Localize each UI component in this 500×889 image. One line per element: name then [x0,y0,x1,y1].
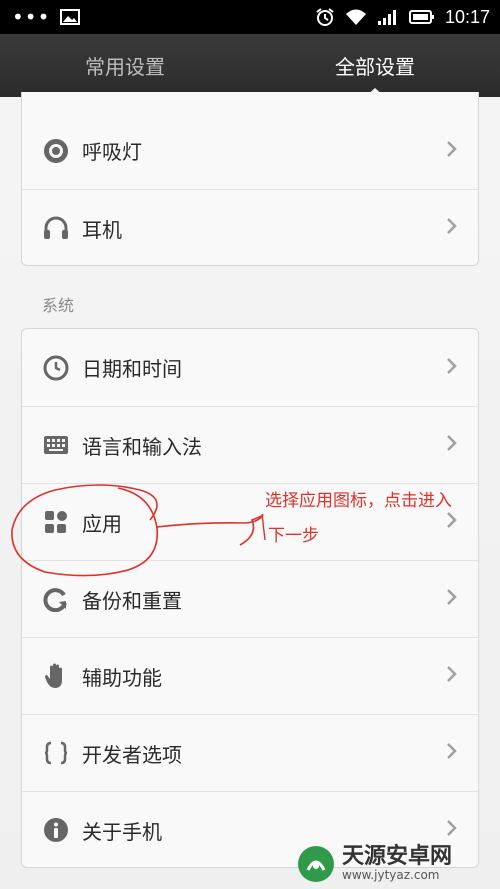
chevron-right-icon [446,665,458,687]
info-icon [42,816,70,844]
chevron-right-icon [446,434,458,456]
annotation-text-line2: 下一步 [268,526,319,546]
row-developer-options[interactable]: 开发者选项 [22,714,478,791]
settings-group-system: 日期和时间 语言和输入法 应用 备份和重置 辅助功能 开发者选项 关于手机 [21,328,479,868]
chevron-right-icon [446,217,458,239]
row-label: 日期和时间 [82,357,182,381]
row-accessibility[interactable]: 辅助功能 [22,637,478,714]
settings-tab-bar: 常用设置 全部设置 [0,34,500,97]
clock-icon [42,354,70,382]
watermark-logo-icon [298,845,334,882]
row-label: 开发者选项 [82,742,182,767]
row-headphones[interactable]: 耳机 [22,189,478,265]
battery-icon [408,10,434,24]
row-label: 备份和重置 [82,588,182,613]
headphones-icon [42,214,70,242]
row-label: 关于手机 [82,819,162,844]
tab-common-settings[interactable]: 常用设置 [0,34,250,97]
clock-time: 10:17 [444,6,490,27]
row-label: 耳机 [82,217,122,242]
row-label: 辅助功能 [82,665,162,690]
tab-label: 全部设置 [335,55,415,79]
alarm-icon [316,8,334,26]
row-language-input[interactable]: 语言和输入法 [22,406,478,483]
annotation-text-line1: 选择应用图标，点击进入 [265,491,452,511]
tab-all-settings[interactable]: 全部设置 [250,34,500,97]
breathing-light-icon [42,137,70,165]
watermark: 天源安卓网 www.jytyaz.com [296,838,500,889]
keyboard-icon [42,431,70,459]
chevron-right-icon [446,140,458,162]
chevron-right-icon [446,742,458,764]
row-label: 语言和输入法 [82,434,202,459]
more-dots-icon: ••• [12,5,51,29]
wifi-icon [345,9,366,25]
braces-icon [42,739,70,767]
watermark-title: 天源安卓网 [342,843,453,869]
hand-icon [42,662,70,690]
row-label: 呼吸灯 [82,140,142,164]
chevron-right-icon [446,588,458,610]
image-notification-icon [60,9,81,25]
apps-icon [42,508,70,536]
row-breathing-light[interactable]: 呼吸灯 [22,112,478,189]
chevron-right-icon [446,357,458,379]
refresh-icon [42,585,70,613]
chevron-right-icon [446,511,458,533]
row-label: 应用 [82,511,122,536]
watermark-url: www.jytyaz.com [342,867,440,882]
section-title-system: 系统 [42,296,75,315]
signal-icon [377,10,396,25]
row-date-time[interactable]: 日期和时间 [22,329,478,406]
status-bar: ••• 10:17 [0,0,500,34]
row-backup-reset[interactable]: 备份和重置 [22,560,478,637]
tab-label: 常用设置 [85,55,165,79]
settings-group-device: 呼吸灯 耳机 [21,92,479,266]
